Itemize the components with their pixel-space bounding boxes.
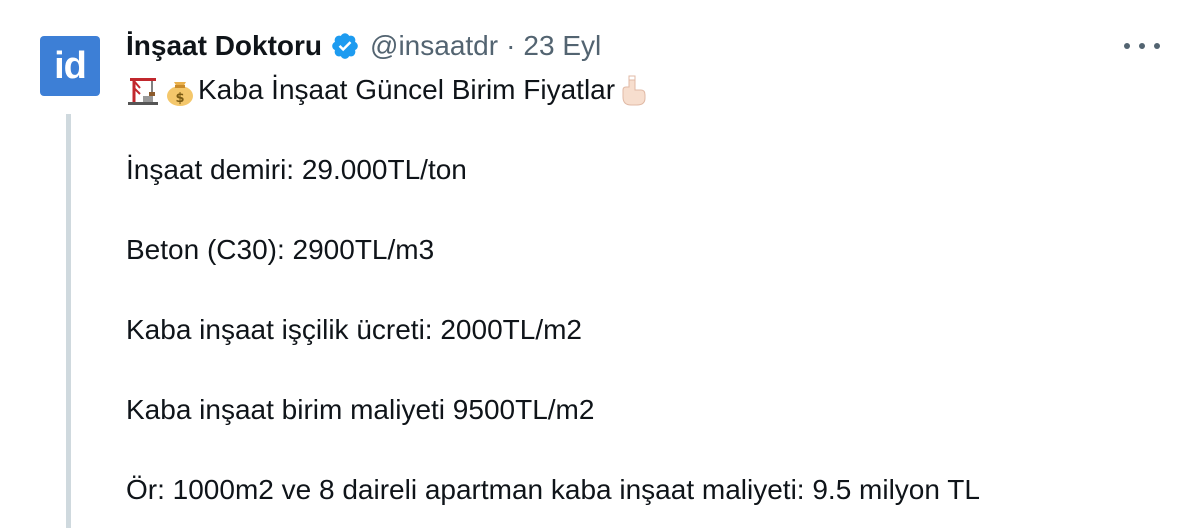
more-dot bbox=[1124, 43, 1130, 49]
tweet-title: Kaba İnşaat Güncel Birim Fiyatlar bbox=[198, 74, 616, 105]
tweet-line: Ör: 1000m2 ve 8 daireli apartman kaba in… bbox=[126, 474, 980, 505]
more-dot bbox=[1139, 43, 1145, 49]
separator-dot: · bbox=[506, 30, 516, 61]
tweet-line: Kaba inşaat işçilik ücreti: 2000TL/m2 bbox=[126, 314, 582, 345]
tweet-header: İnşaat Doktoru @insaatdr · 23 Eyl bbox=[126, 28, 601, 64]
avatar[interactable]: id bbox=[40, 36, 100, 96]
verified-badge-icon bbox=[332, 33, 358, 59]
crane-emoji-icon bbox=[128, 78, 158, 105]
thread-line bbox=[66, 114, 71, 528]
backhand-index-pointing-down-emoji-icon bbox=[622, 75, 646, 106]
avatar-text: id bbox=[54, 44, 87, 87]
tweet-line: Kaba inşaat birim maliyeti 9500TL/m2 bbox=[126, 394, 595, 425]
more-options-button[interactable] bbox=[1124, 34, 1160, 58]
author-handle[interactable]: @insaatdr bbox=[370, 30, 498, 62]
tweet-title-row: $ Kaba İnşaat Güncel Birim Fiyatlar bbox=[126, 72, 651, 108]
tweet-date[interactable]: 23 Eyl bbox=[523, 30, 601, 62]
tweet-card[interactable]: id İnşaat Doktoru @insaatdr · 23 Eyl $ K… bbox=[0, 0, 1192, 528]
tweet-line: İnşaat demiri: 29.000TL/ton bbox=[126, 154, 467, 185]
money-bag-emoji-icon: $ bbox=[167, 82, 193, 106]
tweet-line: Beton (C30): 2900TL/m3 bbox=[126, 234, 435, 265]
svg-text:$: $ bbox=[175, 91, 184, 106]
more-dot bbox=[1154, 43, 1160, 49]
author-name[interactable]: İnşaat Doktoru bbox=[126, 30, 322, 62]
